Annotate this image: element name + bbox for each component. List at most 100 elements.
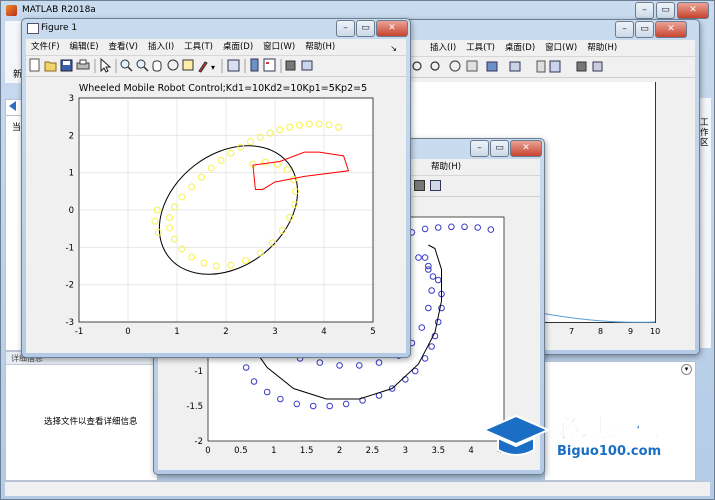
menu-insert[interactable]: 插入(I) bbox=[143, 39, 179, 55]
figure2-close-button[interactable]: ✕ bbox=[510, 140, 542, 157]
x-tick-label: 1 bbox=[271, 446, 276, 456]
colorbar-icon[interactable] bbox=[250, 58, 259, 72]
figure1-toolbar-icons: ▾ bbox=[29, 57, 313, 73]
menu-desktop[interactable]: 桌面(D) bbox=[218, 39, 258, 55]
y-tick-label: -1 bbox=[66, 243, 74, 253]
back-xtick-8: 8 bbox=[598, 327, 604, 336]
figure-back-toolbar bbox=[407, 57, 695, 78]
y-tick-label: -1.5 bbox=[186, 402, 203, 412]
expand-icon[interactable]: ▾ bbox=[681, 364, 692, 375]
x-tick-label: 4 bbox=[321, 327, 326, 337]
menu-tools[interactable]: 工具(T) bbox=[461, 40, 500, 56]
figure2-toolbar-icon-a[interactable] bbox=[414, 180, 425, 191]
watermark: 必过源码 Biguo100.com bbox=[480, 406, 705, 468]
print-icon[interactable] bbox=[76, 59, 90, 70]
y-tick-label: -2 bbox=[195, 437, 203, 447]
status-bar bbox=[5, 481, 710, 496]
y-tick-label: 3 bbox=[69, 94, 74, 104]
svg-text:▾: ▾ bbox=[211, 63, 215, 72]
x-tick-label: 5 bbox=[370, 327, 375, 337]
y-tick-label: 0 bbox=[69, 206, 74, 216]
legend-icon[interactable] bbox=[263, 58, 276, 72]
data-cursor-icon[interactable] bbox=[182, 59, 194, 71]
matlab-logo-icon bbox=[6, 5, 17, 16]
x-tick-label: 3 bbox=[272, 327, 277, 337]
new-figure-icon[interactable] bbox=[29, 58, 40, 72]
figure1-titlebar: Figure 1 – ▭ ✕ bbox=[22, 19, 410, 41]
back-xtick-10: 10 bbox=[650, 327, 661, 336]
figure1-title: Figure 1 bbox=[41, 23, 78, 33]
menu-window[interactable]: 窗口(W) bbox=[258, 39, 300, 55]
back-xtick-9: 9 bbox=[628, 327, 634, 336]
watermark-logo-text: 必过源码 bbox=[553, 414, 663, 445]
save-icon[interactable] bbox=[60, 59, 73, 72]
menu-help[interactable]: 帮助(H) bbox=[300, 39, 340, 55]
brush-icon[interactable]: ▾ bbox=[198, 61, 215, 73]
figure1-minimize-button[interactable]: – bbox=[336, 20, 355, 37]
chart-title: Wheeled Mobile Robot Control;Kd1=10Kd2=1… bbox=[79, 83, 367, 94]
x-tick-label: 4 bbox=[468, 446, 473, 456]
y-tick-label: 2 bbox=[69, 131, 74, 141]
details-panel: 详细信息 选择文件以查看详细信息 bbox=[5, 351, 158, 481]
x-tick-label: 2 bbox=[223, 327, 228, 337]
y-tick-label: -2 bbox=[66, 281, 74, 291]
figure2-maximize-button[interactable]: ▭ bbox=[490, 140, 509, 157]
pan-hand-icon[interactable] bbox=[152, 60, 162, 72]
rotate-3d-icon[interactable] bbox=[167, 59, 179, 71]
close-button[interactable]: ✕ bbox=[677, 2, 709, 19]
x-tick-label: -1 bbox=[75, 327, 83, 337]
link-plot-icon[interactable] bbox=[227, 59, 240, 72]
dock-arrow-icon[interactable]: ↘ bbox=[385, 41, 402, 57]
x-tick-label: 0.5 bbox=[234, 446, 248, 456]
watermark-url: Biguo100.com bbox=[557, 444, 662, 459]
menu-tools[interactable]: 工具(T) bbox=[179, 39, 218, 55]
x-tick-label: 0 bbox=[125, 327, 130, 337]
menu-insert[interactable]: 插入(I) bbox=[425, 40, 461, 56]
details-empty-text: 选择文件以查看详细信息 bbox=[44, 417, 138, 427]
figure-back-toolbar-icons[interactable] bbox=[407, 57, 637, 77]
figure1-close-button[interactable]: ✕ bbox=[376, 20, 408, 37]
x-tick-label: 1 bbox=[174, 327, 179, 337]
zoom-in-icon[interactable] bbox=[120, 59, 133, 72]
figure-back-close-button[interactable]: ✕ bbox=[655, 21, 687, 38]
x-tick-label: 1.5 bbox=[300, 446, 314, 456]
workspace-tab-label[interactable]: 工作区 bbox=[700, 118, 710, 148]
figure1-toolbar: ▾ bbox=[26, 56, 406, 77]
back-xtick-7: 7 bbox=[569, 327, 575, 336]
current-folder-fragment: 当 bbox=[12, 123, 22, 133]
figure-back-titlebar: – ▭ ✕ bbox=[397, 20, 699, 42]
pointer-icon[interactable] bbox=[100, 57, 112, 73]
x-tick-label: 2.5 bbox=[366, 446, 380, 456]
figure1-maximize-button[interactable]: ▭ bbox=[356, 20, 375, 37]
figure1-plot: Wheeled Mobile Robot Control;Kd1=10Kd2=1… bbox=[66, 83, 376, 337]
hide-plot-tools-icon[interactable] bbox=[285, 60, 296, 71]
zoom-out-icon[interactable] bbox=[136, 59, 149, 72]
x-tick-label: 3.5 bbox=[431, 446, 445, 456]
x-tick-label: 2 bbox=[337, 446, 342, 456]
menu-edit[interactable]: 编辑(E) bbox=[65, 39, 104, 55]
figure2-menu-help[interactable]: 帮助(H) bbox=[426, 159, 466, 175]
show-plot-tools-icon[interactable] bbox=[301, 60, 313, 71]
figure1-canvas-area: Wheeled Mobile Robot Control;Kd1=10Kd2=1… bbox=[26, 77, 406, 353]
maximize-button[interactable]: ▭ bbox=[656, 2, 675, 19]
menu-view[interactable]: 查看(V) bbox=[104, 39, 143, 55]
menu-file[interactable]: 文件(F) bbox=[26, 39, 65, 55]
matlab-title: MATLAB R2018a bbox=[22, 5, 96, 15]
figure-back-maximize-button[interactable]: ▭ bbox=[635, 21, 654, 38]
back-arrow-icon[interactable] bbox=[9, 101, 16, 111]
figure1-window: Figure 1 – ▭ ✕ 文件(F) 编辑(E) 查看(V) 插入(I) 工具(T)… bbox=[21, 18, 411, 358]
minimize-button[interactable]: – bbox=[635, 2, 654, 19]
graduation-cap-icon bbox=[481, 414, 550, 456]
figure2-toolbar-icon-b[interactable] bbox=[430, 180, 441, 191]
menu-help[interactable]: 帮助(H) bbox=[582, 40, 622, 56]
open-file-icon[interactable] bbox=[44, 61, 57, 72]
figure2-minimize-button[interactable]: – bbox=[470, 140, 489, 157]
y-tick-label: 1 bbox=[69, 169, 74, 179]
y-tick-label: -3 bbox=[66, 318, 74, 328]
x-tick-label: 3 bbox=[403, 446, 408, 456]
figure-back-menubar: 插入(I) 工具(T) 桌面(D) 窗口(W) 帮助(H) bbox=[407, 40, 695, 57]
menu-desktop[interactable]: 桌面(D) bbox=[500, 40, 540, 56]
figure-back-minimize-button[interactable]: – bbox=[615, 21, 634, 38]
figure1-menubar: 文件(F) 编辑(E) 查看(V) 插入(I) 工具(T) 桌面(D) 窗口(W) 帮助(H)… bbox=[26, 39, 406, 56]
menu-window[interactable]: 窗口(W) bbox=[540, 40, 582, 56]
